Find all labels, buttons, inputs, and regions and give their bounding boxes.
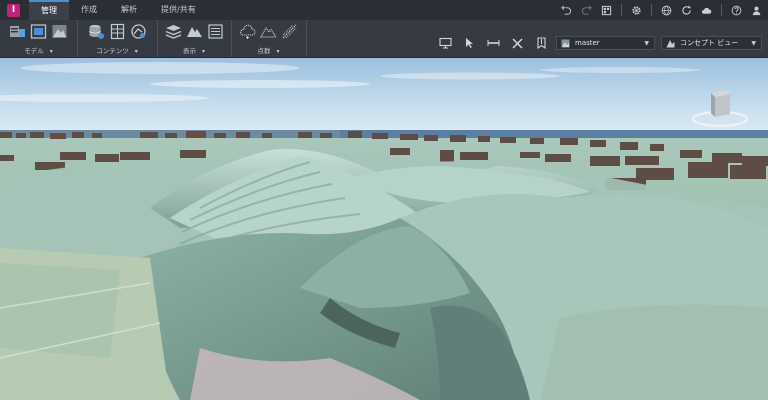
view-cube[interactable]	[690, 87, 750, 129]
globe-icon[interactable]	[661, 5, 672, 16]
point-cloud-icon[interactable]	[260, 23, 277, 40]
toolbar-separator	[651, 4, 652, 16]
view-dropdown[interactable]: コンセプト ビュー ▼	[661, 36, 762, 50]
data-source-icon[interactable]	[88, 23, 105, 40]
proposal-dropdown-value: master	[575, 39, 600, 47]
user-icon[interactable]	[751, 5, 762, 16]
model-group-label[interactable]: モデル	[24, 47, 44, 55]
model-map-icon[interactable]	[51, 23, 68, 40]
tools-icon[interactable]	[510, 37, 524, 49]
terrain-icon[interactable]	[186, 23, 203, 40]
display-group-label[interactable]: 表示	[183, 47, 196, 55]
view-tools	[438, 37, 548, 49]
model-settings-icon[interactable]	[30, 23, 47, 40]
3d-viewport[interactable]	[0, 58, 768, 400]
app-window: I 管理 作成 解析 提供/共有 モデル ▾ コンテンツ ▾ 表示 ▾ 点群 ▾…	[0, 0, 768, 400]
toolbar-separator	[721, 4, 722, 16]
ribbon-group-content: コンテンツ ▾	[77, 20, 158, 57]
chevron-down-icon[interactable]: ▾	[50, 48, 53, 55]
chevron-down-icon: ▼	[751, 39, 756, 47]
redo-icon[interactable]	[581, 5, 592, 16]
list-icon[interactable]	[207, 23, 224, 40]
model-explorer-icon[interactable]	[9, 23, 26, 40]
ribbon-group-display: 表示 ▾	[157, 20, 232, 57]
visual-style-icon	[666, 39, 675, 47]
app-logo[interactable]: I	[7, 3, 20, 17]
window-icon[interactable]	[601, 5, 612, 16]
undo-icon[interactable]	[561, 5, 572, 16]
ribbon-group-point-cloud: 点群 ▾	[231, 20, 307, 57]
proposal-icon	[561, 39, 570, 47]
table-icon[interactable]	[109, 23, 126, 40]
display-icon[interactable]	[438, 37, 452, 49]
tab-analyze[interactable]: 解析	[109, 0, 149, 20]
tab-manage[interactable]: 管理	[29, 0, 69, 20]
chevron-down-icon[interactable]: ▾	[276, 48, 279, 55]
select-icon[interactable]	[462, 37, 476, 49]
view-dropdown-value: コンセプト ビュー	[680, 39, 739, 47]
quick-toolbar	[561, 0, 762, 20]
help-icon[interactable]	[731, 5, 742, 16]
point-cloud-add-icon[interactable]	[239, 23, 256, 40]
cloud-icon[interactable]	[701, 5, 712, 16]
chevron-down-icon[interactable]: ▾	[202, 48, 205, 55]
point-cloud-edit-icon[interactable]	[281, 23, 298, 40]
content-group-label[interactable]: コンテンツ	[96, 47, 129, 55]
sync-icon[interactable]	[681, 5, 692, 16]
toolbar-separator	[621, 4, 622, 16]
chevron-down-icon[interactable]: ▾	[135, 48, 138, 55]
measure-icon[interactable]	[486, 37, 500, 49]
tab-create[interactable]: 作成	[69, 0, 109, 20]
layers-icon[interactable]	[165, 23, 182, 40]
style-icon[interactable]	[130, 23, 147, 40]
chevron-down-icon: ▼	[644, 39, 649, 47]
tab-bar: I 管理 作成 解析 提供/共有	[0, 0, 768, 20]
proposal-dropdown[interactable]: master ▼	[556, 36, 655, 50]
point-cloud-group-label[interactable]: 点群	[257, 47, 270, 55]
tab-share[interactable]: 提供/共有	[149, 0, 208, 20]
ribbon-group-model: モデル ▾	[0, 20, 78, 57]
terrain-scene	[0, 58, 768, 400]
bookmark-icon[interactable]	[534, 37, 548, 49]
settings-icon[interactable]	[631, 5, 642, 16]
